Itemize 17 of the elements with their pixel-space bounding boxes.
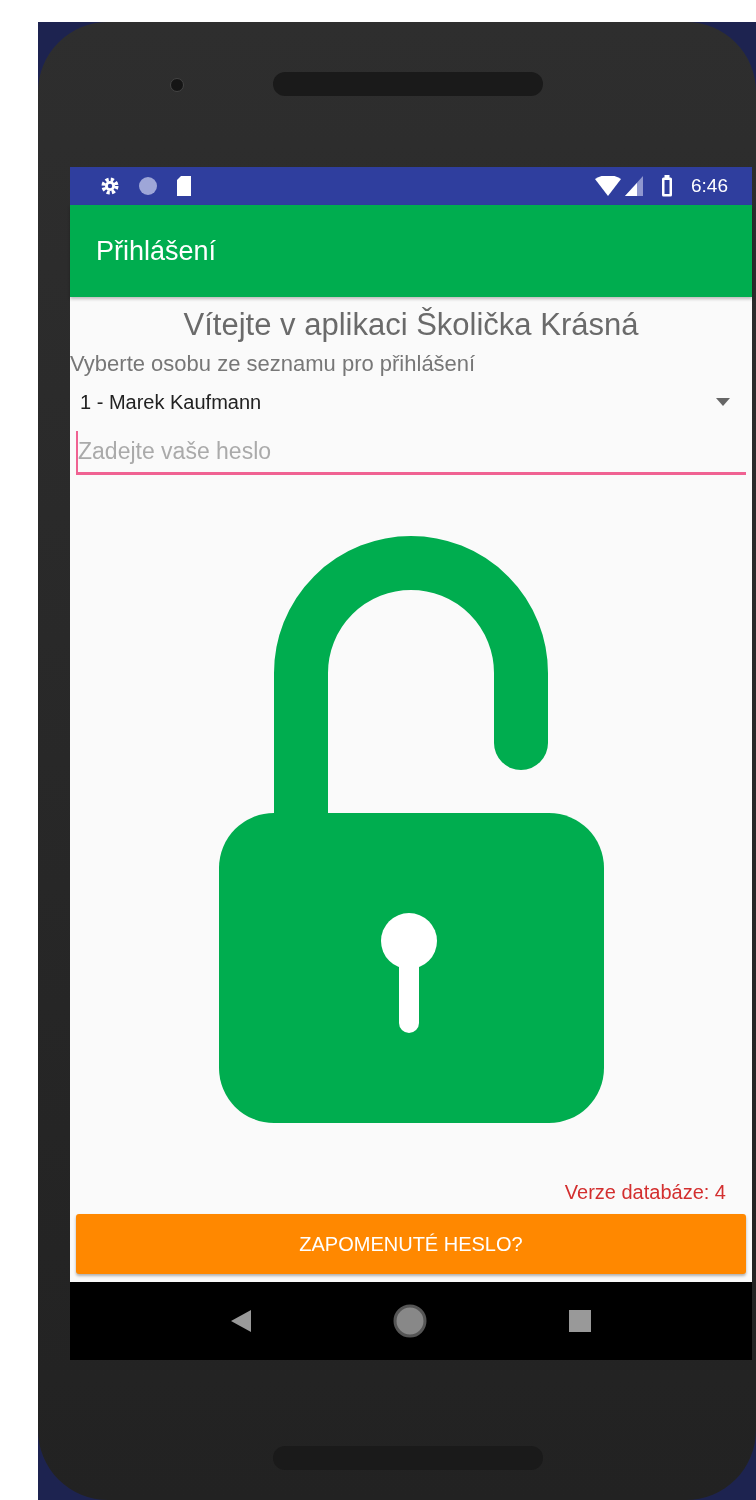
app-bar-title: Přihlášení xyxy=(96,235,217,267)
person-label: Vyberte osobu ze seznamu pro přihlášení xyxy=(70,351,477,377)
home-icon[interactable] xyxy=(393,1304,427,1338)
welcome-heading: Vítejte v aplikaci Školička Krásná xyxy=(182,307,640,343)
sd-card-icon xyxy=(176,176,192,196)
person-dropdown[interactable]: 1 - Marek Kaufmann xyxy=(80,383,730,421)
back-icon[interactable] xyxy=(231,1310,251,1332)
status-time: 6:46 xyxy=(691,175,728,197)
battery-icon xyxy=(661,175,673,197)
circle-icon xyxy=(138,176,158,196)
dropdown-arrow-icon xyxy=(716,398,730,406)
wifi-icon xyxy=(595,176,621,196)
settings-icon xyxy=(100,176,120,196)
password-field[interactable]: Zadejte vaše heslo xyxy=(76,431,746,475)
database-version: Verze databáze: 4 xyxy=(564,1181,726,1204)
camera-lens xyxy=(170,78,184,92)
signal-icon xyxy=(625,176,643,196)
